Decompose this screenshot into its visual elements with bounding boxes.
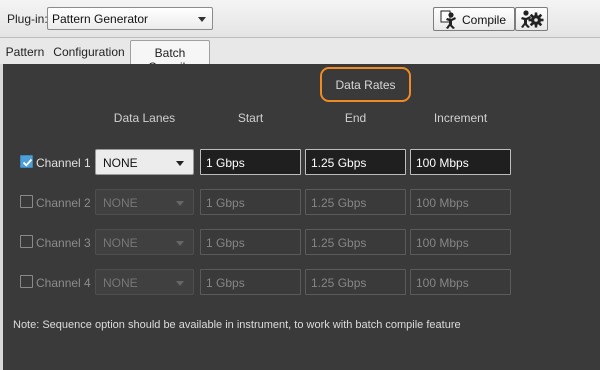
- chevron-down-icon: [176, 281, 184, 286]
- column-header-increment: Increment: [433, 111, 488, 125]
- channel-2-data-lanes-select: NONE: [95, 189, 194, 215]
- batch-compile-note: Note: Sequence option should be availabl…: [13, 319, 461, 331]
- toolbar: Plug-in: Pattern Generator Compile: [0, 0, 600, 38]
- settings-button[interactable]: [515, 7, 548, 31]
- data-rates-heading: Data Rates: [320, 67, 411, 102]
- channel-3-end-input: 1.25 Gbps: [305, 229, 406, 255]
- channel-4-increment-input: 100 Mbps: [410, 269, 511, 295]
- channel-2-increment-input: 100 Mbps: [410, 189, 511, 215]
- channel-4-label[interactable]: Channel 4: [36, 276, 91, 290]
- channel-4-start-input: 1 Gbps: [200, 269, 301, 295]
- channel-1-label[interactable]: Channel 1: [36, 156, 91, 170]
- channel-4-end-input: 1.25 Gbps: [305, 269, 406, 295]
- channel-2-end-input: 1.25 Gbps: [305, 189, 406, 215]
- channel-1-end-input[interactable]: 1.25 Gbps: [305, 149, 406, 175]
- channel-2-start-input: 1 Gbps: [200, 189, 301, 215]
- channel-1-data-lanes-value: NONE: [103, 156, 138, 170]
- channel-2-data-lanes-value: NONE: [103, 196, 138, 210]
- channel-4-data-lanes-value: NONE: [103, 276, 138, 290]
- channel-1-increment-input[interactable]: 100 Mbps: [410, 149, 511, 175]
- channel-3-label[interactable]: Channel 3: [36, 236, 91, 250]
- compile-button-label: Compile: [462, 13, 507, 27]
- column-header-data-lanes: Data Lanes: [113, 111, 176, 125]
- plugin-select-value: Pattern Generator: [52, 12, 149, 26]
- channel-1-data-lanes-select[interactable]: NONE: [95, 149, 194, 175]
- compile-person-icon: [440, 10, 456, 29]
- chevron-down-icon: [176, 201, 184, 206]
- channel-4-data-lanes-select: NONE: [95, 269, 194, 295]
- channel-3-checkbox[interactable]: [20, 235, 33, 248]
- column-header-start: Start: [237, 111, 264, 125]
- plugin-select[interactable]: Pattern Generator: [47, 7, 213, 30]
- channel-3-start-input: 1 Gbps: [200, 229, 301, 255]
- compile-button[interactable]: Compile: [433, 7, 515, 31]
- channel-3-increment-input: 100 Mbps: [410, 229, 511, 255]
- channel-3-data-lanes-select: NONE: [95, 229, 194, 255]
- tab-configuration[interactable]: Configuration: [49, 40, 129, 64]
- channel-2-checkbox[interactable]: [20, 195, 33, 208]
- tab-batch-compile[interactable]: Batch Compile: [130, 40, 210, 74]
- gear-person-icon: [521, 10, 544, 28]
- channel-4-checkbox[interactable]: [20, 275, 33, 288]
- channel-1-start-input[interactable]: 1 Gbps: [200, 149, 301, 175]
- channel-3-data-lanes-value: NONE: [103, 236, 138, 250]
- chevron-down-icon: [198, 17, 206, 22]
- channel-2-label[interactable]: Channel 2: [36, 196, 91, 210]
- tab-pattern[interactable]: Pattern: [3, 40, 47, 64]
- channel-1-checkbox[interactable]: [20, 155, 33, 168]
- chevron-down-icon: [176, 241, 184, 246]
- checkmark-icon: [22, 158, 33, 167]
- plugin-label: Plug-in:: [7, 12, 48, 26]
- chevron-down-icon: [176, 161, 184, 166]
- column-header-end: End: [344, 111, 367, 125]
